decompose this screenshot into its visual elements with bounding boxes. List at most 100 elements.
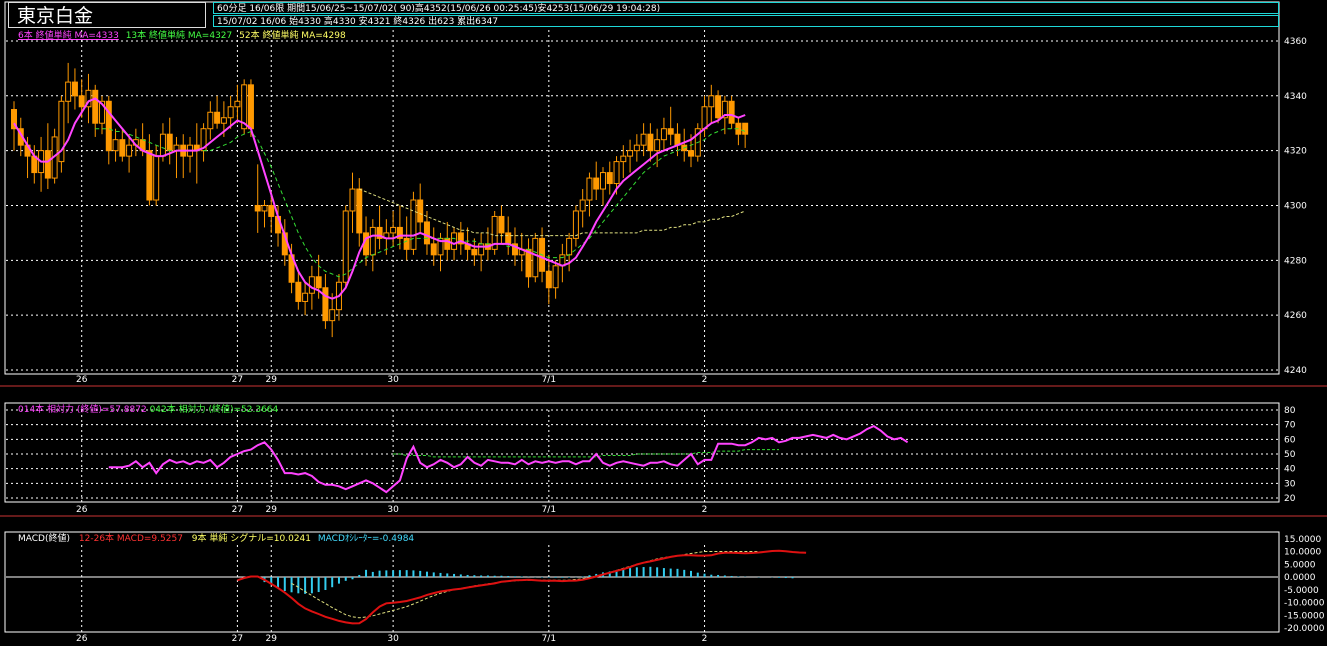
instrument-title: 東京白金 xyxy=(8,2,206,28)
candle-up xyxy=(410,199,417,250)
bar-info-header: 15/07/02 16/06 始4330 高4330 安4321 終4326 出… xyxy=(213,15,1279,27)
candle-down xyxy=(742,122,749,135)
y-tick-label: 4340 xyxy=(1284,92,1307,102)
candle-up xyxy=(633,144,640,152)
rsi-legend: 014本 相対力 (終値)=57.8872 042本 相対力 (終値)=52.3… xyxy=(18,405,278,415)
y-tick-label: -10.0000 xyxy=(1284,599,1325,609)
y-tick-label: 15.0000 xyxy=(1284,535,1321,545)
candle-down xyxy=(728,100,735,124)
y-tick-label: 4260 xyxy=(1284,311,1307,321)
x-tick-label: 2 xyxy=(702,505,708,515)
candle-up xyxy=(613,161,620,185)
candle-down xyxy=(322,287,329,322)
x-tick-label: 7/1 xyxy=(542,375,556,385)
candle-down xyxy=(423,221,430,245)
y-tick-label: -20.0000 xyxy=(1284,624,1325,634)
legend-ma52: 52本 終値単純 MA=4298 xyxy=(239,31,346,41)
candle-up xyxy=(329,309,336,322)
x-tick-label: 27 xyxy=(232,634,243,644)
x-tick-label: 2 xyxy=(702,375,708,385)
candle-down xyxy=(247,84,254,130)
y-tick-label: 4360 xyxy=(1284,37,1307,47)
candle-down xyxy=(688,150,694,157)
candle-down xyxy=(146,150,153,201)
candle-up xyxy=(159,133,166,157)
y-tick-label: 10.0000 xyxy=(1284,548,1321,558)
x-tick-label: 2 xyxy=(702,634,708,644)
x-tick-label: 26 xyxy=(76,634,88,644)
candle-up xyxy=(701,106,708,130)
x-tick-label: 26 xyxy=(76,375,88,385)
y-tick-label: 4280 xyxy=(1284,256,1307,266)
legend-macd-title: MACD(終値) xyxy=(18,534,71,544)
candle-down xyxy=(78,95,85,108)
candle-down xyxy=(214,111,221,124)
candle-up xyxy=(207,111,214,130)
candle-up xyxy=(708,95,715,108)
candle-down xyxy=(667,128,674,135)
candle-up xyxy=(308,276,315,294)
candle-down xyxy=(505,232,512,245)
y-tick-label: 70 xyxy=(1284,421,1296,431)
candle-up xyxy=(599,172,606,190)
x-tick-label: 29 xyxy=(266,375,278,385)
x-tick-label: 26 xyxy=(76,505,88,515)
candle-up xyxy=(126,144,133,157)
y-tick-label: 40 xyxy=(1284,465,1296,475)
macd-legend: MACD(終値) 12-26本 MACD=9.5257 9本 単純 シグナル=1… xyxy=(18,534,414,544)
x-tick-label: 27 xyxy=(232,375,243,385)
x-tick-label: 29 xyxy=(266,634,278,644)
candle-down xyxy=(471,248,478,256)
y-tick-label: 20 xyxy=(1284,494,1296,504)
rsi42-line xyxy=(393,449,779,458)
legend-rsi42: 042本 相対力 (終値)=52.3664 xyxy=(149,405,279,415)
candle-up xyxy=(572,210,579,239)
candle-up xyxy=(220,117,227,124)
candle-up xyxy=(478,243,485,256)
candle-up xyxy=(369,226,376,256)
candle-up xyxy=(153,155,160,201)
y-tick-label: 4320 xyxy=(1284,147,1307,157)
ma6-line xyxy=(13,97,746,300)
legend-macd: 12-26本 MACD=9.5257 xyxy=(78,534,183,544)
y-tick-label: 4300 xyxy=(1284,201,1307,211)
candle-down xyxy=(315,276,322,289)
x-tick-label: 7/1 xyxy=(542,634,556,644)
candle-up xyxy=(302,292,309,302)
y-tick-label: 60 xyxy=(1284,435,1296,445)
candle-up xyxy=(552,265,559,289)
candle-up xyxy=(660,128,667,141)
candle-down xyxy=(417,199,424,223)
candle-down xyxy=(647,133,654,152)
candle-down xyxy=(498,215,505,234)
candle-up xyxy=(640,133,647,146)
candle-up xyxy=(586,177,593,201)
candle-up xyxy=(112,139,119,152)
x-tick-label: 29 xyxy=(266,505,278,515)
chart-canvas: 26 26 26 27 27 27 29 29 29 30 30 30 7/1 7/1 7/1 2 2 2 4240… xyxy=(0,1,1327,644)
candle-down xyxy=(268,204,275,217)
y-tick-label: 50 xyxy=(1284,450,1296,460)
candle-down xyxy=(44,150,51,179)
candle-down xyxy=(71,81,78,97)
candle-up xyxy=(234,100,241,108)
candle-down xyxy=(166,133,173,152)
legend-signal: 9本 単純 シグナル=10.0241 xyxy=(191,534,312,544)
candle-down xyxy=(356,188,363,234)
candle-down xyxy=(430,243,437,256)
candle-up xyxy=(579,199,586,212)
candle-down xyxy=(715,95,722,119)
candle-down xyxy=(593,177,600,190)
ma52-line xyxy=(359,188,746,237)
candle-up xyxy=(627,150,634,157)
candle-up xyxy=(566,237,573,256)
price-panel-frame xyxy=(4,1,1280,375)
x-tick-label: 7/1 xyxy=(542,505,556,515)
candle-down xyxy=(403,237,410,250)
legend-ma13: 13本 終値単純 MA=4327 xyxy=(125,31,233,41)
candle-up xyxy=(65,81,72,102)
x-tick-label: 30 xyxy=(387,375,399,385)
legend-oscillator: MACDｵｼﾚｰﾀｰ=-0.4984 xyxy=(317,534,415,544)
period-header: 60分足 16/06限 期間15/06/25~15/07/02( 90)高435… xyxy=(213,2,1279,14)
x-tick-label: 30 xyxy=(387,505,399,515)
